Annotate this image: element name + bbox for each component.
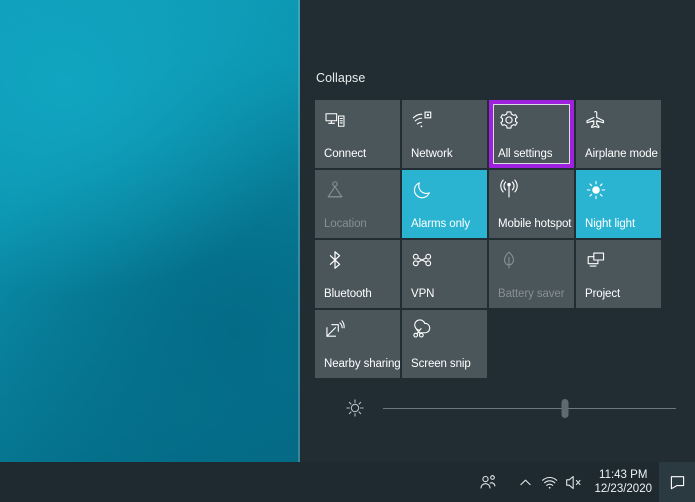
chevron-up-icon[interactable] [513,462,537,502]
brightness-slider-track [383,407,676,409]
gear-icon [498,109,520,131]
quick-action-label: Battery saver [498,288,565,300]
brightness-slider-row [315,394,678,422]
vpn-icon [411,249,433,271]
quick-action-tile[interactable]: Project [576,240,661,308]
bluetooth-icon [324,249,346,271]
screen-snip-icon [411,319,433,341]
quick-action-label: Nearby sharing [324,358,400,370]
brightness-slider-thumb[interactable] [561,398,569,418]
quick-action-label: Location [324,218,367,230]
quick-action-tile: Battery saver [489,240,574,308]
collapse-row: Collapse [316,69,365,87]
quick-action-label: Night light [585,218,636,230]
clock-date: 12/23/2020 [594,483,652,495]
network-wifi-icon [411,109,433,131]
desktop-wallpaper[interactable] [0,0,300,462]
brightness-slider[interactable] [383,397,676,419]
quick-action-tile[interactable]: Nearby sharing [315,310,400,378]
quick-action-tile[interactable]: Connect [315,100,400,168]
airplane-icon [585,109,607,131]
people-icon[interactable] [475,462,501,502]
quick-action-tile[interactable]: All settings [489,100,574,168]
quick-action-tile[interactable]: VPN [402,240,487,308]
collapse-link[interactable]: Collapse [316,71,365,85]
screen: Collapse Connect Network All settings Airpl… [0,0,695,502]
quick-action-tile[interactable]: Night light [576,170,661,238]
quick-action-tile[interactable]: Bluetooth [315,240,400,308]
quick-action-label: Network [411,148,453,160]
speaker-muted-icon[interactable] [561,462,585,502]
quick-action-tile[interactable]: Screen snip [402,310,487,378]
quick-action-label: Airplane mode [585,148,658,160]
location-pin-icon [324,179,346,201]
quick-action-tile[interactable]: Mobile hotspot [489,170,574,238]
quick-action-label: Mobile hotspot [498,218,572,230]
clock-time: 11:43 PM [599,469,648,481]
sun-icon [585,179,607,201]
quick-action-tile[interactable]: Network [402,100,487,168]
project-screens-icon [585,249,607,271]
quick-action-label: Connect [324,148,367,160]
moon-icon [411,179,433,201]
quick-action-label: Alarms only [411,218,470,230]
wifi-icon[interactable] [537,462,561,502]
action-center-icon[interactable] [659,462,695,502]
action-center-panel: Collapse Connect Network All settings Airpl… [300,0,695,502]
quick-action-label: Bluetooth [324,288,372,300]
quick-action-tile: Location [315,170,400,238]
quick-action-label: All settings [498,148,553,160]
nearby-share-icon [324,319,346,341]
hotspot-icon [498,179,520,201]
leaf-icon [498,249,520,271]
connect-icon [324,109,346,131]
system-tray: 11:43 PM 12/23/2020 [475,462,695,502]
clock[interactable]: 11:43 PM 12/23/2020 [589,468,659,496]
quick-actions-grid: Connect Network All settings Airplane mode L… [315,100,678,378]
taskbar: 11:43 PM 12/23/2020 [0,462,695,502]
quick-action-tile[interactable]: Airplane mode [576,100,661,168]
quick-action-label: VPN [411,288,435,300]
quick-action-label: Screen snip [411,358,471,370]
quick-action-label: Project [585,288,621,300]
brightness-sun-icon [344,397,366,419]
quick-action-tile[interactable]: Alarms only [402,170,487,238]
